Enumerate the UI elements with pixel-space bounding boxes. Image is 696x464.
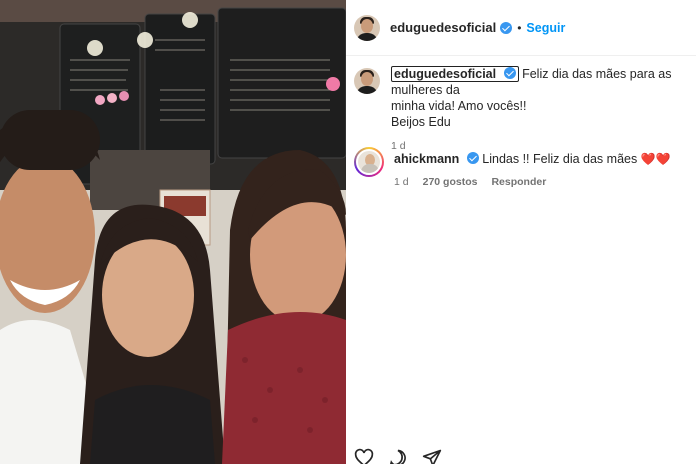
comment-text: Lindas !! Feliz dia das mães (482, 152, 638, 166)
reply-button[interactable]: Responder (491, 174, 546, 190)
heart-outline-icon[interactable] (354, 448, 374, 464)
comment-bubble-icon[interactable] (388, 448, 408, 464)
caption-username[interactable]: eduguedesoficial (391, 66, 519, 82)
comment-meta: 1 d 270 gostos Responder (394, 174, 690, 190)
selfie-illustration (0, 0, 346, 464)
separator-dot: • (517, 20, 522, 35)
comment-item: ahickmann Lindas !! Feliz dia das mães ❤… (354, 147, 696, 190)
commenter-avatar[interactable] (354, 147, 384, 177)
verified-badge-icon (466, 152, 479, 164)
commenter-username[interactable]: ahickmann (394, 152, 459, 166)
comment-likes[interactable]: 270 gostos (423, 174, 478, 190)
caption-body: eduguedesoficial Feliz dia das mães para… (391, 66, 687, 154)
comment-body: ahickmann Lindas !! Feliz dia das mães ❤… (394, 147, 690, 190)
post-actions (354, 448, 442, 464)
author-avatar[interactable] (354, 14, 380, 41)
post-details-panel: eduguedesoficial • Seguir eduguedesofici… (346, 0, 696, 464)
comment-time: 1 d (394, 176, 409, 188)
heart-emoji-icon: ❤️❤️ (640, 152, 671, 166)
paper-plane-icon[interactable] (422, 448, 442, 464)
verified-badge-icon (503, 67, 516, 79)
caption-text-line2: minha vida! Amo vocês!! (391, 99, 527, 113)
follow-button[interactable]: Seguir (526, 21, 565, 35)
caption-author-avatar[interactable] (354, 68, 380, 94)
caption-text-line3: Beijos Edu (391, 115, 451, 129)
caption: eduguedesoficial Feliz dia das mães para… (354, 66, 696, 154)
post-header: eduguedesoficial • Seguir (346, 0, 696, 56)
verified-badge-icon (500, 21, 513, 34)
author-username[interactable]: eduguedesoficial (390, 20, 496, 35)
post-photo[interactable] (0, 0, 346, 464)
